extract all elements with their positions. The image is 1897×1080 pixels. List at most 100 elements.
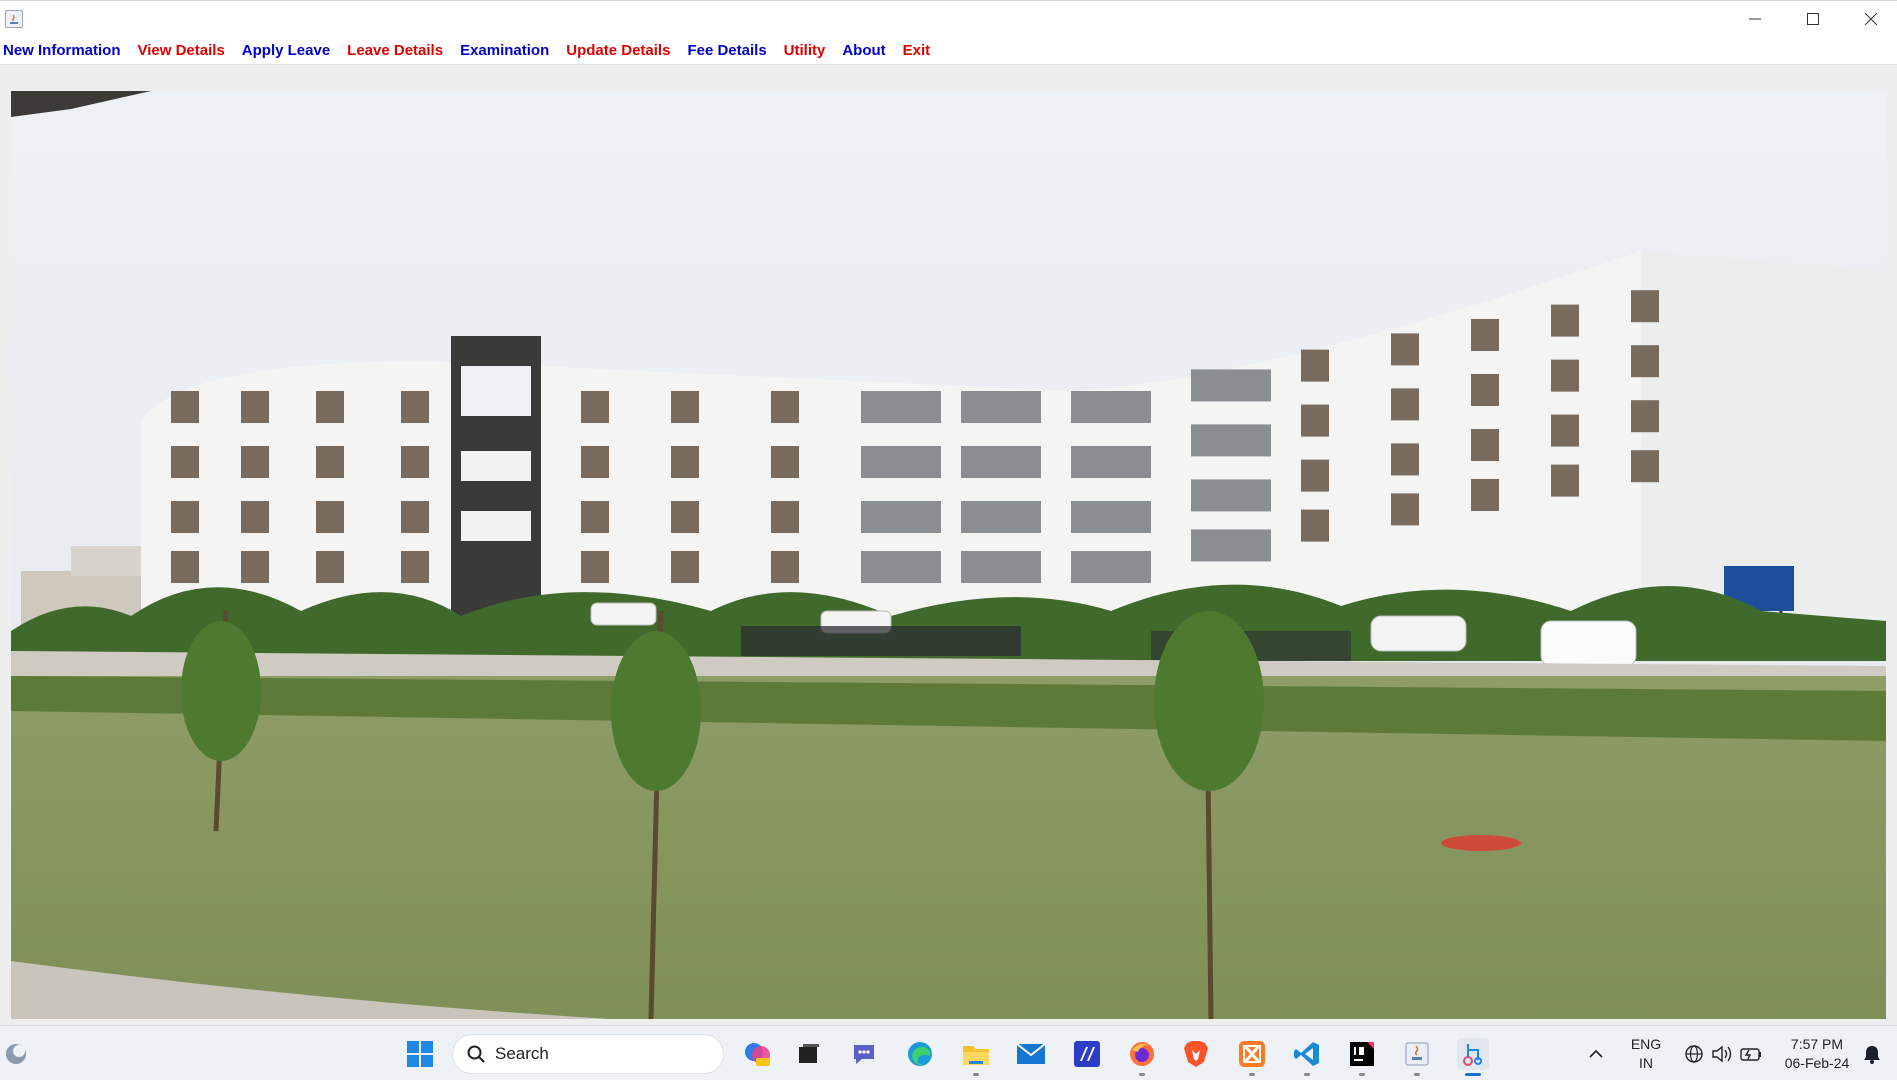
building-window — [1471, 429, 1499, 461]
brave-browser-icon[interactable] — [1180, 1038, 1212, 1070]
building-window — [581, 551, 609, 583]
building-window — [581, 501, 609, 533]
menu-examination[interactable]: Examination — [460, 42, 549, 59]
close-button[interactable] — [1842, 1, 1897, 37]
building-window — [961, 551, 1041, 583]
xampp-icon[interactable] — [1236, 1038, 1268, 1076]
building-window — [961, 391, 1041, 423]
building-window — [316, 391, 344, 423]
menu-about[interactable]: About — [842, 42, 885, 59]
chevron-up-icon[interactable] — [1580, 1038, 1612, 1070]
running-indicator — [1359, 1073, 1365, 1076]
building-window — [316, 446, 344, 478]
building-window — [316, 551, 344, 583]
building-window — [1071, 446, 1151, 478]
building-window — [961, 501, 1041, 533]
building-window — [171, 551, 199, 583]
building-window — [1631, 290, 1659, 323]
start-button[interactable] — [404, 1038, 436, 1070]
building-window — [861, 391, 941, 423]
vector-app-icon[interactable] — [1071, 1038, 1103, 1070]
building-window — [1071, 391, 1151, 423]
building-window — [401, 446, 429, 478]
running-indicator — [1304, 1073, 1310, 1076]
edge-browser-icon[interactable] — [904, 1038, 936, 1070]
java-app-icon[interactable] — [5, 10, 23, 28]
building-window — [1471, 319, 1499, 351]
running-indicator — [1139, 1073, 1145, 1076]
menu-leave-details[interactable]: Leave Details — [347, 42, 443, 59]
building-window — [1391, 443, 1419, 476]
campus-photo-illustration — [11, 91, 1886, 1019]
building-window — [241, 501, 269, 533]
snipping-tool-icon[interactable] — [1457, 1038, 1489, 1076]
clock-date: 06-Feb-24 — [1784, 1055, 1850, 1071]
search-placeholder: Search — [495, 1044, 549, 1063]
building-window — [1631, 345, 1659, 378]
building-window — [861, 551, 941, 583]
running-indicator — [1414, 1073, 1420, 1076]
building-window — [1191, 479, 1271, 512]
region-label: IN — [1639, 1055, 1653, 1071]
copilot-icon[interactable] — [741, 1038, 773, 1070]
teams-chat-icon[interactable] — [848, 1038, 880, 1070]
title-bar — [0, 1, 1897, 37]
menu-apply-leave[interactable]: Apply Leave — [242, 42, 330, 59]
building-window — [171, 446, 199, 478]
language-indicator[interactable]: ENG IN — [1622, 1035, 1670, 1073]
running-indicator — [973, 1073, 979, 1076]
taskbar-search-box[interactable]: Search — [452, 1034, 724, 1074]
mail-icon[interactable] — [1015, 1038, 1047, 1070]
building-window — [171, 501, 199, 533]
campus-building-photo — [11, 91, 1886, 1019]
building-window — [1631, 400, 1659, 433]
menu-utility[interactable]: Utility — [784, 42, 826, 59]
building-window — [1301, 459, 1329, 492]
windows-logo-icon — [407, 1041, 433, 1067]
building-window — [401, 501, 429, 533]
active-indicator — [1465, 1073, 1481, 1076]
battery-icon[interactable] — [1735, 1038, 1767, 1070]
building-window — [1391, 493, 1419, 526]
building-window — [861, 501, 941, 533]
search-icon — [467, 1045, 485, 1063]
intellij-idea-icon[interactable] — [1346, 1038, 1378, 1076]
minimize-button[interactable] — [1726, 1, 1784, 37]
firefox-icon[interactable] — [1126, 1038, 1158, 1076]
minimize-icon — [1749, 18, 1761, 20]
maximize-button[interactable] — [1784, 1, 1842, 37]
building-window — [1551, 304, 1579, 337]
taskbar: Search ENG IN 7:57 PM 06-Feb-24 — [0, 1025, 1897, 1080]
building-window — [1191, 369, 1271, 402]
vscode-icon[interactable] — [1291, 1038, 1323, 1076]
building-window — [1471, 374, 1499, 406]
building-window — [1071, 501, 1151, 533]
clock[interactable]: 7:57 PM 06-Feb-24 — [1772, 1035, 1862, 1073]
clock-time: 7:57 PM — [1790, 1036, 1844, 1052]
building-window — [581, 391, 609, 423]
weather-widget-icon[interactable] — [0, 1038, 32, 1070]
building-window — [241, 551, 269, 583]
building-window — [1191, 529, 1271, 562]
building-window — [316, 501, 344, 533]
main-content — [0, 65, 1897, 1026]
task-view-icon[interactable] — [793, 1038, 825, 1070]
building-window — [671, 391, 699, 423]
building-window — [1301, 349, 1329, 382]
building-window — [1191, 424, 1271, 457]
notification-bell-icon[interactable] — [1856, 1038, 1888, 1070]
building-window — [581, 446, 609, 478]
volume-icon[interactable] — [1706, 1038, 1738, 1070]
app-window: New Information View Details Apply Leave… — [0, 0, 1897, 1026]
menu-fee-details[interactable]: Fee Details — [687, 42, 766, 59]
menu-new-information[interactable]: New Information — [3, 42, 121, 59]
language-label: ENG — [1630, 1036, 1662, 1052]
building-window — [1551, 464, 1579, 497]
building-window — [241, 391, 269, 423]
java-app-taskbar-icon[interactable] — [1401, 1038, 1433, 1076]
menu-view-details[interactable]: View Details — [138, 42, 225, 59]
menu-update-details[interactable]: Update Details — [566, 42, 670, 59]
file-explorer-icon[interactable] — [960, 1038, 992, 1076]
menu-exit[interactable]: Exit — [903, 42, 931, 59]
building-window — [771, 501, 799, 533]
